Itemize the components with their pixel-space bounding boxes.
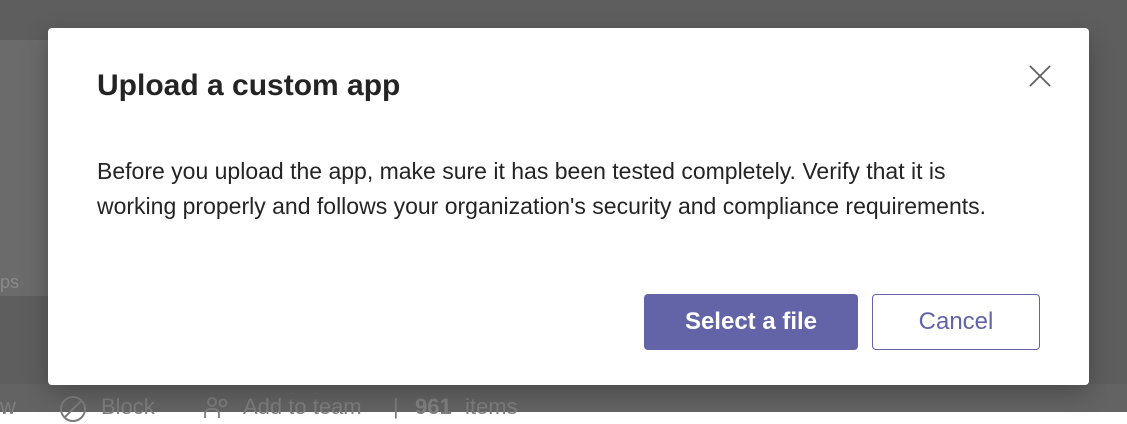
toolbar-separator: |: [393, 394, 399, 419]
item-count: 961: [415, 394, 452, 419]
cancel-button[interactable]: Cancel: [872, 294, 1040, 350]
block-icon: [58, 394, 88, 424]
dialog-message: Before you upload the app, make sure it …: [97, 158, 987, 219]
close-button[interactable]: [1022, 58, 1058, 94]
add-to-team-label: Add to team: [243, 394, 362, 419]
select-file-button[interactable]: Select a file: [644, 294, 858, 350]
background-toolbar-fragment: w: [0, 394, 16, 419]
items-label: items: [465, 394, 518, 419]
close-icon: [1029, 65, 1051, 87]
background-toolbar: w Block Add to team | 961 items: [0, 384, 1127, 422]
background-panel-text: ps: [0, 272, 20, 292]
dialog-title: Upload a custom app: [97, 69, 401, 102]
block-button-label: Block: [101, 394, 155, 419]
upload-custom-app-dialog: Upload a custom app Before you upload th…: [48, 28, 1089, 385]
people-add-icon: [202, 394, 232, 424]
